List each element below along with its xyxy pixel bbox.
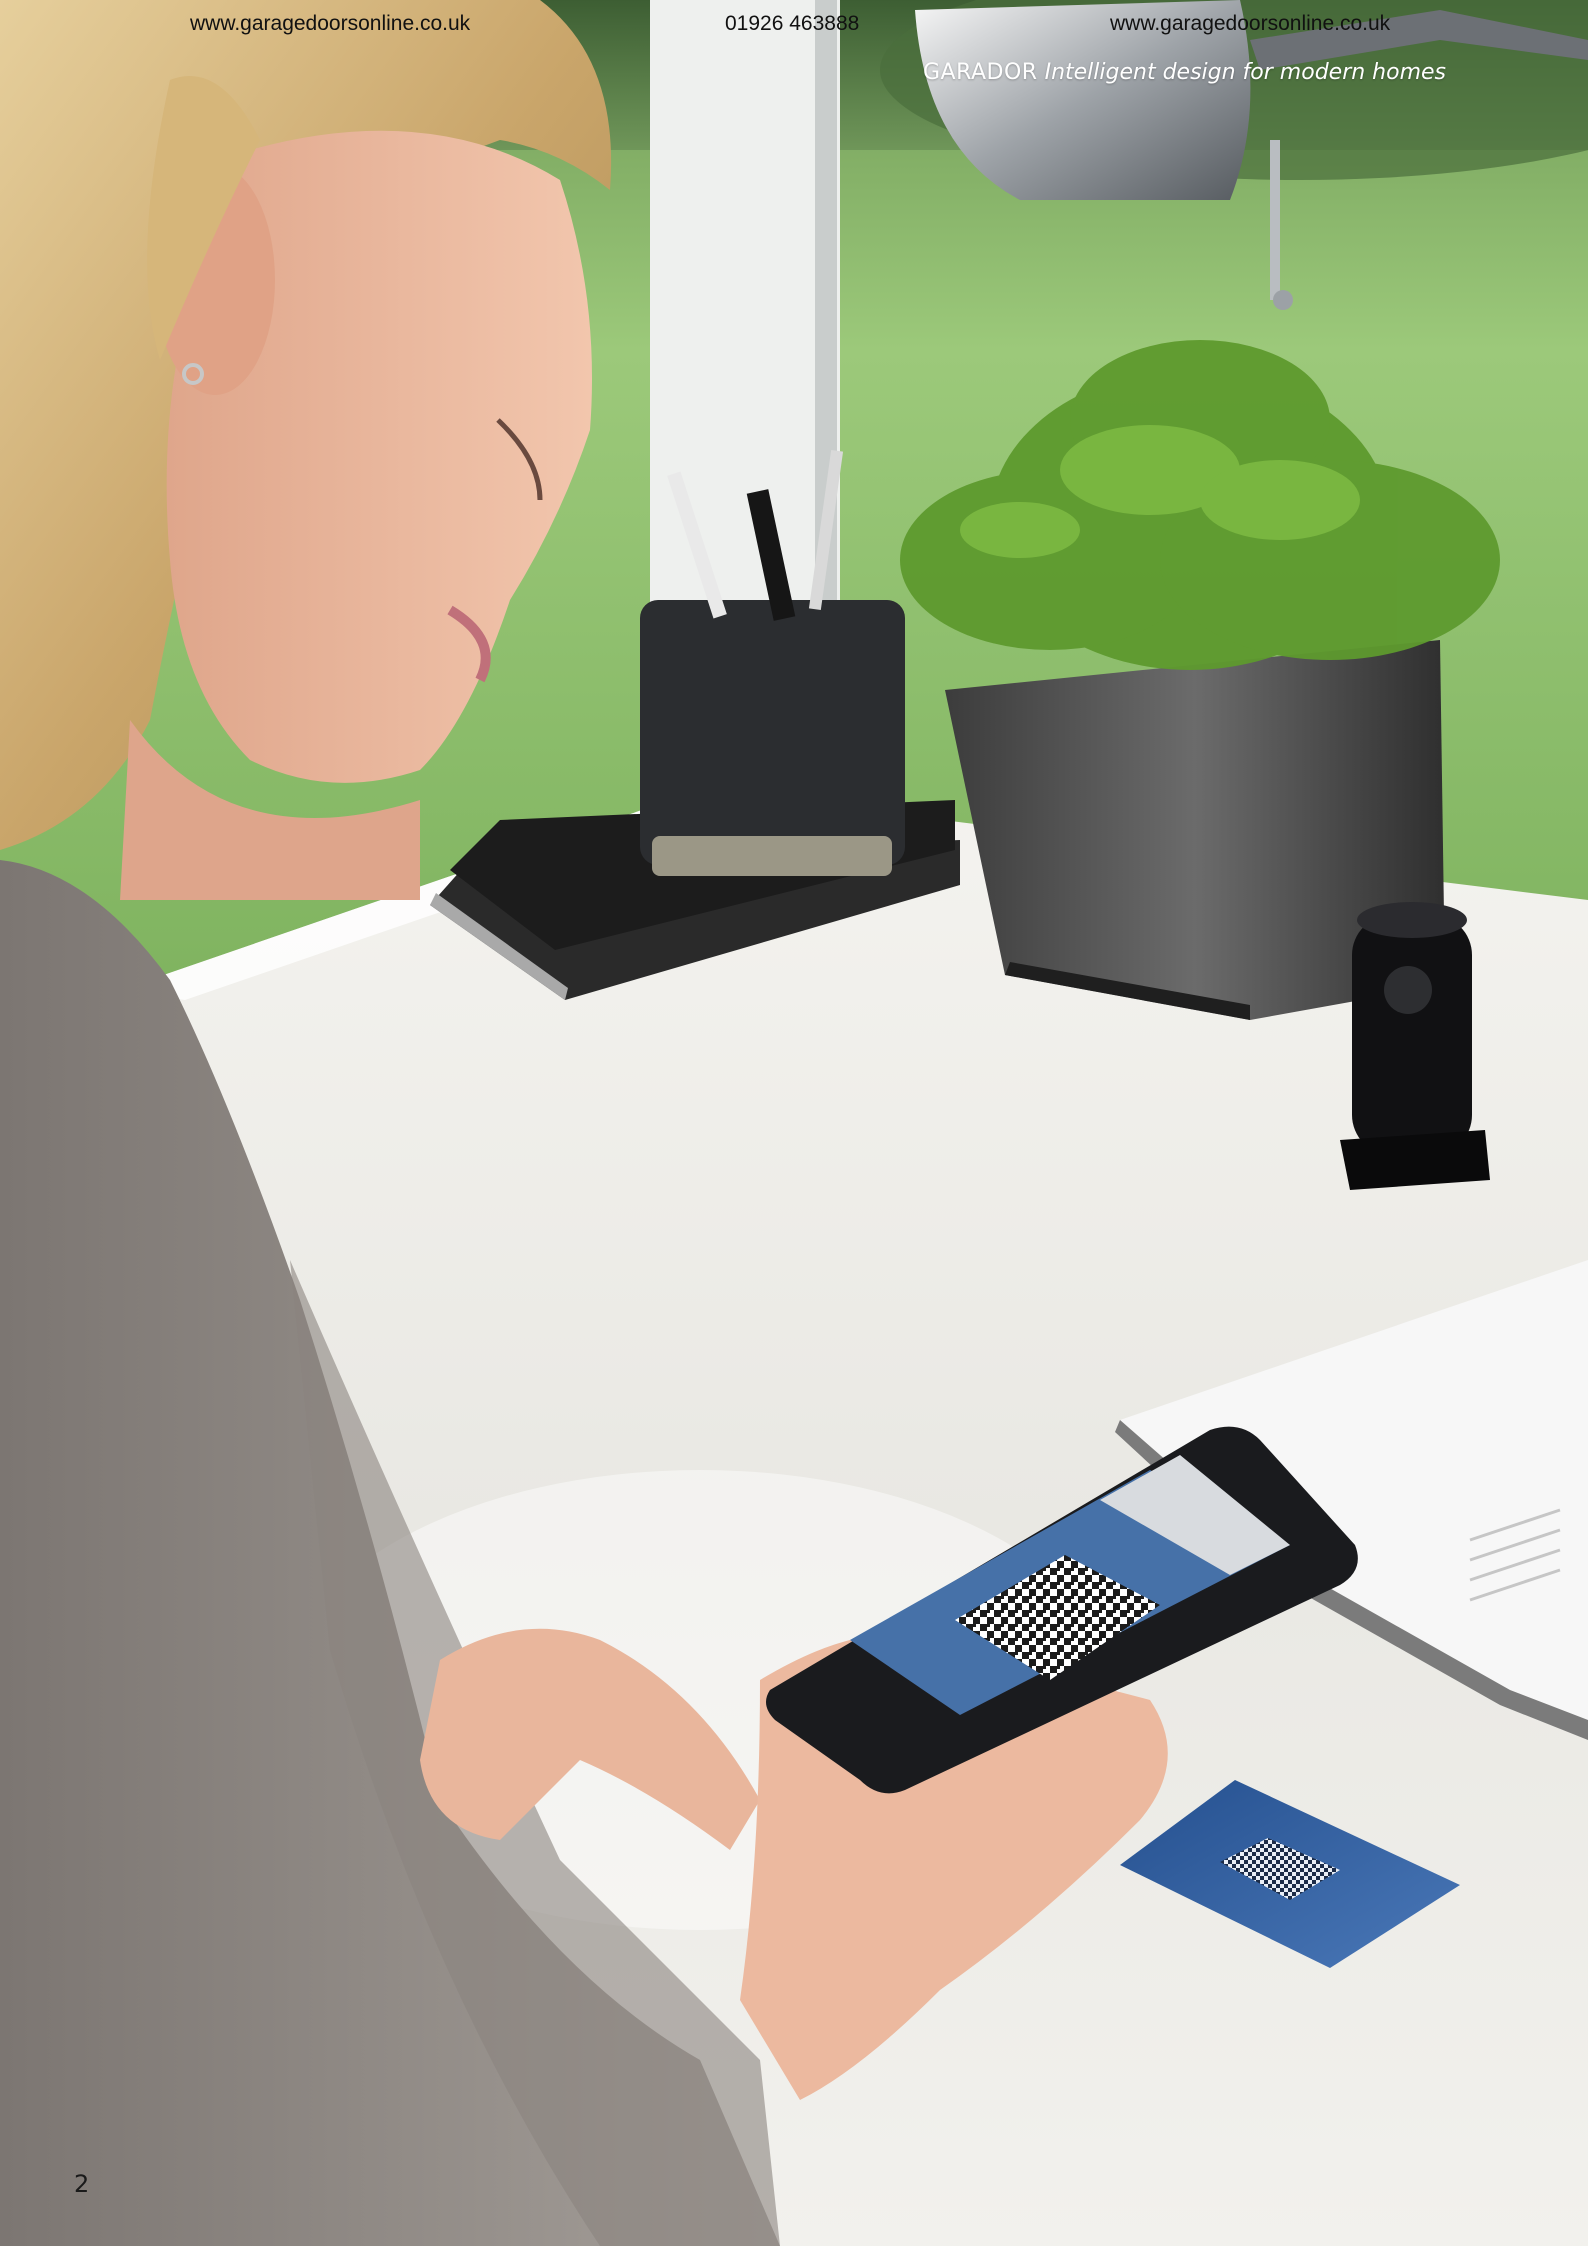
website-link-left[interactable]: www.garagedoorsonline.co.uk bbox=[190, 12, 470, 36]
phone-number: 01926 463888 bbox=[725, 12, 860, 35]
brand-tagline: GARADOR Intelligent design for modern ho… bbox=[923, 60, 1446, 85]
page-number: 2 bbox=[74, 2170, 90, 2198]
wireless-receiver-icon bbox=[1340, 902, 1490, 1190]
brochure-page: www.garagedoorsonline.co.uk 01926 463888… bbox=[0, 0, 1588, 2246]
website-link-right[interactable]: www.garagedoorsonline.co.uk bbox=[1110, 12, 1390, 36]
brand-name: GARADOR bbox=[923, 60, 1038, 85]
brand-slogan: Intelligent design for modern homes bbox=[1044, 60, 1447, 85]
woman-using-smartphone-photo bbox=[0, 0, 1588, 2246]
